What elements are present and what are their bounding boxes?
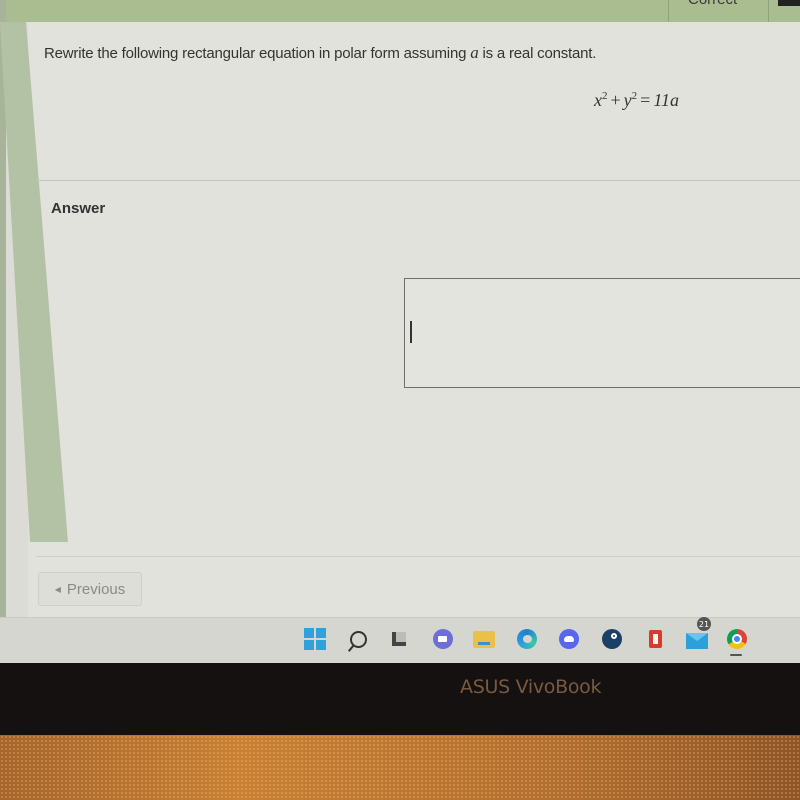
teams-chat-icon[interactable]: [432, 628, 454, 650]
top-right-control: [778, 0, 800, 6]
file-explorer-icon[interactable]: [473, 628, 495, 650]
previous-button[interactable]: ◀ Previous: [38, 572, 142, 606]
mail-badge: 21: [697, 617, 711, 631]
brand-logo: ASUS VivoBook: [460, 676, 602, 698]
steam-icon[interactable]: [601, 628, 623, 650]
eq-exp: 2: [602, 90, 608, 102]
discord-icon[interactable]: [558, 628, 580, 650]
eq-plus: +: [610, 90, 621, 110]
answer-label: Answer: [51, 200, 106, 217]
footer-divider: [36, 556, 800, 557]
strip-divider: [768, 0, 769, 22]
search-icon[interactable]: [347, 628, 369, 650]
section-divider: [36, 180, 800, 181]
keyboard-deck: [0, 735, 800, 800]
triangle-left-icon: ◀: [54, 584, 61, 594]
eq-y: y: [623, 90, 632, 110]
edge-icon[interactable]: [516, 628, 538, 650]
equation: x2 + y2 = 11a: [594, 90, 679, 111]
eq-x: x: [594, 90, 602, 110]
laptop-bezel: [0, 663, 800, 735]
strip-divider: [668, 0, 669, 22]
taskbar: [0, 617, 800, 663]
answer-input[interactable]: [404, 278, 800, 388]
text-caret: [410, 321, 412, 343]
question-prompt: Rewrite the following rectangular equati…: [44, 43, 596, 63]
top-status-strip: Correct: [0, 0, 800, 22]
active-app-indicator: [730, 654, 742, 656]
chrome-icon[interactable]: [726, 628, 748, 650]
previous-label: Previous: [66, 580, 126, 598]
mail-icon[interactable]: [686, 628, 708, 650]
task-view-icon[interactable]: [388, 628, 410, 650]
speaker-grille: [0, 735, 800, 800]
prompt-text-end: is a real constant.: [478, 45, 597, 62]
office-icon[interactable]: [644, 628, 666, 650]
windows-start-icon[interactable]: [304, 628, 326, 650]
eq-rhs: 11a: [653, 90, 679, 110]
laptop-screen: Correct Rewrite the following rectangula…: [0, 0, 800, 663]
prompt-text: Rewrite the following rectangular equati…: [44, 45, 471, 62]
eq-equals: =: [640, 90, 651, 110]
status-label: Correct: [688, 0, 737, 8]
prompt-variable: a: [470, 43, 479, 62]
